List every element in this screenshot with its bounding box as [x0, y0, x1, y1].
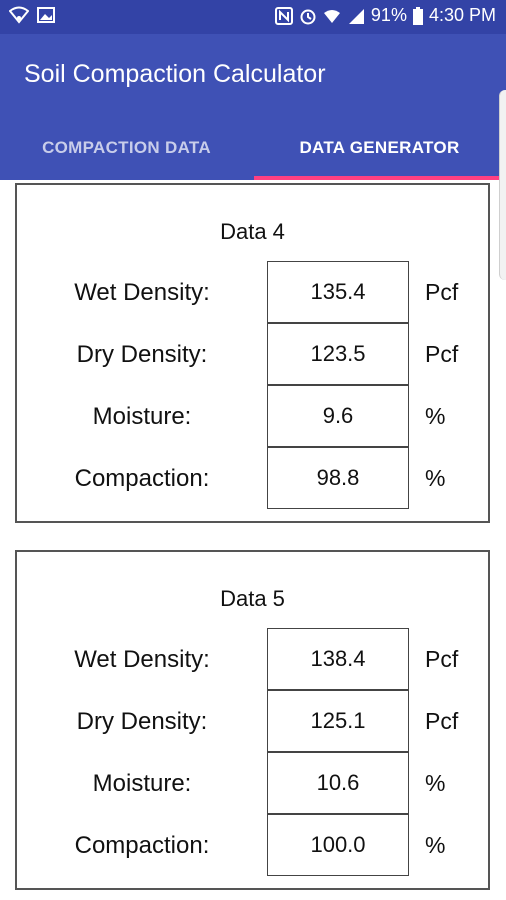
tab-bar: COMPACTION DATA DATA GENERATOR [0, 116, 506, 180]
tab-compaction-data[interactable]: COMPACTION DATA [0, 116, 253, 180]
wifi-signal-icon [323, 7, 341, 25]
wifi-icon [9, 6, 29, 24]
row-label: Compaction: [74, 465, 210, 492]
unit-label: Pcf [425, 708, 459, 734]
card-title: Data 4 [220, 219, 285, 244]
row-label: Wet Density: [74, 646, 210, 673]
row-label: Compaction: [74, 832, 210, 859]
battery-icon [412, 6, 423, 25]
moisture-field[interactable]: 9.6 [267, 385, 409, 447]
unit-label: % [425, 403, 446, 429]
card-title: Data 5 [220, 586, 285, 611]
data-card: Data 5 Wet Density: 138.4 Pcf Dry Densit… [15, 550, 490, 890]
compaction-field[interactable]: 98.8 [267, 447, 409, 509]
row-label: Moisture: [92, 770, 192, 797]
nfc-icon [274, 6, 293, 25]
compaction-field[interactable]: 100.0 [267, 814, 409, 876]
dry-density-field[interactable]: 125.1 [267, 690, 409, 752]
row-label: Moisture: [92, 403, 192, 430]
tab-data-generator[interactable]: DATA GENERATOR [253, 116, 506, 180]
wet-density-field[interactable]: 138.4 [267, 628, 409, 690]
unit-label: Pcf [425, 646, 459, 672]
clock: 4:30 PM [428, 5, 496, 25]
wet-density-field[interactable]: 135.4 [267, 261, 409, 323]
app-bar: Soil Compaction Calculator [0, 34, 506, 116]
cell-signal-icon [347, 7, 365, 25]
data-card: Data 4 Wet Density: 135.4 Pcf Dry Densit… [15, 183, 490, 523]
tab-indicator [254, 176, 506, 180]
unit-label: % [425, 465, 446, 491]
unit-label: Pcf [425, 279, 459, 305]
unit-label: Pcf [425, 341, 459, 367]
battery-percent: 91% [370, 5, 407, 25]
row-label: Dry Density: [76, 708, 208, 735]
alarm-icon [299, 7, 317, 25]
app-title: Soil Compaction Calculator [24, 60, 326, 88]
row-label: Wet Density: [74, 279, 210, 306]
unit-label: % [425, 770, 446, 796]
status-bar: 91% 4:30 PM [0, 0, 506, 34]
moisture-field[interactable]: 10.6 [267, 752, 409, 814]
dry-density-field[interactable]: 123.5 [267, 323, 409, 385]
image-icon [37, 6, 55, 24]
unit-label: % [425, 832, 446, 858]
side-panel-edge [499, 90, 506, 280]
row-label: Dry Density: [76, 341, 208, 368]
